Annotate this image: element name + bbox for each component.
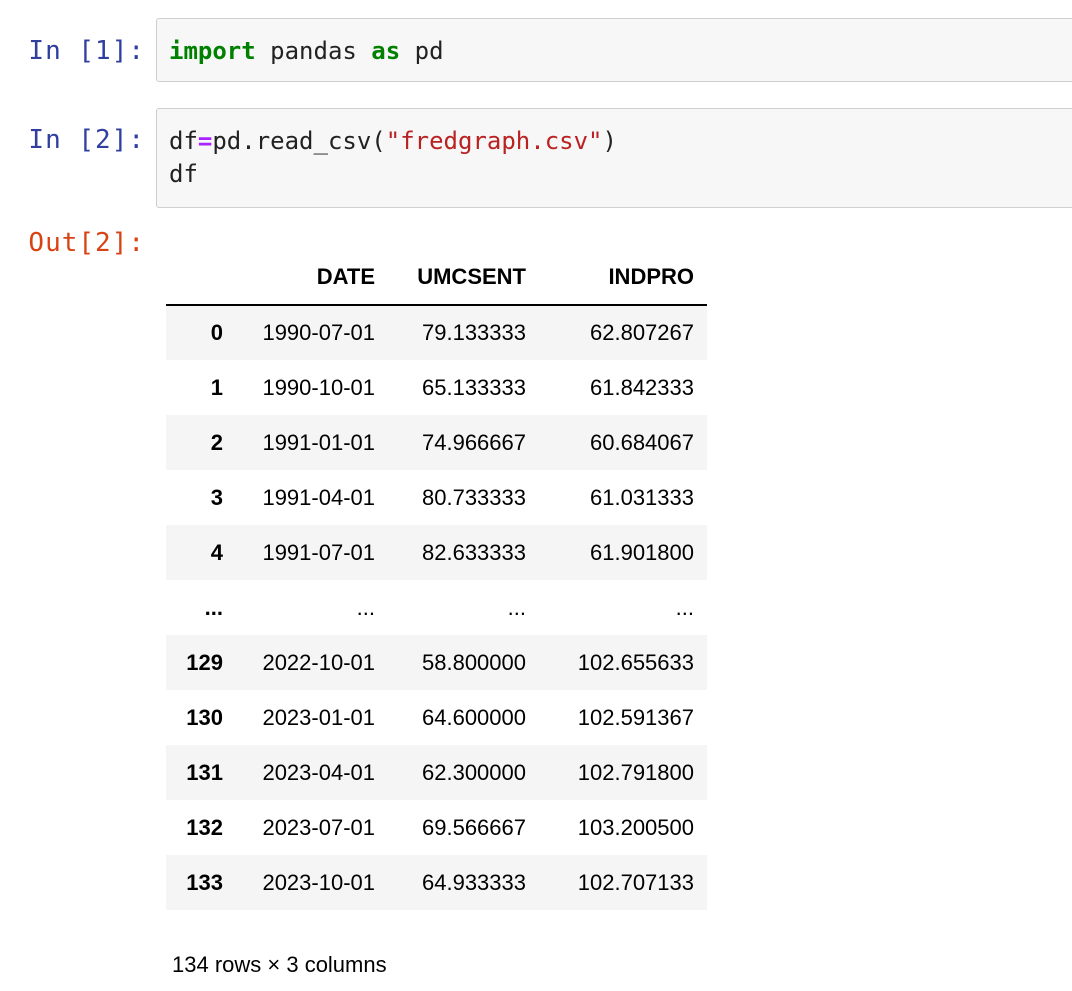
cell-indpro: 102.707133 — [577, 869, 694, 895]
row-index: 3 — [210, 484, 223, 510]
table-row: 0 1990-07-01 79.133333 62.807267 — [166, 305, 707, 360]
cell-umcsent: 80.733333 — [422, 484, 526, 510]
cell-indpro: 61.901800 — [590, 539, 694, 565]
table-row: 129 2022-10-01 58.800000 102.655633 — [166, 635, 707, 690]
code-token: pd — [400, 37, 444, 65]
input-prompt-1: In [1]: — [28, 36, 145, 66]
table-row: 133 2023-10-01 64.933333 102.707133 — [166, 855, 707, 910]
row-index: 133 — [186, 869, 223, 895]
code-keyword: as — [371, 37, 401, 65]
code-token: pd.read_csv( — [212, 127, 386, 155]
cell-umcsent: 82.633333 — [422, 539, 526, 565]
cell-umcsent: 64.600000 — [422, 704, 526, 730]
code-cell-2[interactable]: df=pd.read_csv("fredgraph.csv") df — [156, 108, 1072, 208]
table-row: 130 2023-01-01 64.600000 102.591367 — [166, 690, 707, 745]
row-index: 130 — [186, 704, 223, 730]
dataframe-output: DATE UMCSENT INDPRO 0 1990-07-01 79.1333… — [166, 250, 707, 910]
code-line: df — [169, 158, 1072, 191]
cell-date: 2023-04-01 — [262, 759, 375, 785]
cell-umcsent: 58.800000 — [422, 649, 526, 675]
cell-indpro: 60.684067 — [590, 429, 694, 455]
code-line: import pandas as pd — [169, 35, 1072, 68]
code-string: "fredgraph.csv" — [385, 127, 603, 155]
row-index: 2 — [210, 429, 223, 455]
cell-date: 1990-10-01 — [262, 374, 375, 400]
table-row: 4 1991-07-01 82.633333 61.901800 — [166, 525, 707, 580]
table-header-row: DATE UMCSENT INDPRO — [166, 250, 707, 306]
table-row: 132 2023-07-01 69.566667 103.200500 — [166, 800, 707, 855]
row-index: 131 — [186, 759, 223, 785]
table-row: 131 2023-04-01 62.300000 102.791800 — [166, 745, 707, 800]
row-index: 4 — [210, 539, 223, 565]
table-row: 1 1990-10-01 65.133333 61.842333 — [166, 360, 707, 415]
cell-indpro: 61.031333 — [590, 484, 694, 510]
table-row: 2 1991-01-01 74.966667 60.684067 — [166, 415, 707, 470]
cell-umcsent: 64.933333 — [422, 869, 526, 895]
row-index: 129 — [186, 649, 223, 675]
cell-date: 2023-10-01 — [262, 869, 375, 895]
code-operator: = — [197, 127, 213, 155]
code-token: df — [169, 160, 198, 188]
code-cell-1[interactable]: import pandas as pd — [156, 18, 1072, 82]
cell-date: 1991-01-01 — [262, 429, 375, 455]
input-prompt-2: In [2]: — [28, 125, 145, 155]
column-header-indpro: INDPRO — [539, 250, 707, 306]
cell-date: 1991-07-01 — [262, 539, 375, 565]
column-header-umcsent: UMCSENT — [388, 250, 539, 306]
cell-indpro: 61.842333 — [590, 374, 694, 400]
cell-umcsent: ... — [507, 594, 526, 620]
output-prompt: Out[2]: — [28, 228, 145, 258]
code-token: pandas — [255, 37, 372, 65]
code-line: df=pd.read_csv("fredgraph.csv") — [169, 125, 1072, 158]
row-index: 1 — [210, 374, 223, 400]
cell-umcsent: 69.566667 — [422, 814, 526, 840]
cell-indpro: 102.791800 — [577, 759, 694, 785]
cell-date: 2022-10-01 — [262, 649, 375, 675]
cell-date: 1990-07-01 — [262, 320, 375, 345]
cell-indpro: 62.807267 — [590, 320, 694, 345]
cell-date: 2023-01-01 — [262, 704, 375, 730]
cell-date: 2023-07-01 — [262, 814, 375, 840]
cell-umcsent: 65.133333 — [422, 374, 526, 400]
cell-indpro: 103.200500 — [577, 814, 694, 840]
cell-date: ... — [356, 594, 375, 620]
row-index: 0 — [210, 320, 223, 345]
column-header-date: DATE — [236, 250, 388, 306]
cell-umcsent: 62.300000 — [422, 759, 526, 785]
cell-umcsent: 79.133333 — [422, 320, 526, 345]
code-token: df — [169, 127, 198, 155]
cell-indpro: ... — [675, 594, 694, 620]
code-token: ) — [602, 127, 617, 155]
cell-umcsent: 74.966667 — [422, 429, 526, 455]
cell-indpro: 102.655633 — [577, 649, 694, 675]
table-row: 3 1991-04-01 80.733333 61.031333 — [166, 470, 707, 525]
row-index: ... — [204, 594, 223, 620]
cell-indpro: 102.591367 — [577, 704, 694, 730]
index-header — [166, 250, 236, 306]
dataframe-shape: 134 rows × 3 columns — [172, 952, 387, 977]
cell-date: 1991-04-01 — [262, 484, 375, 510]
table-row-ellipsis: ... ... ... ... — [166, 580, 707, 635]
row-index: 132 — [186, 814, 223, 840]
code-keyword: import — [169, 37, 256, 65]
dataframe-table: DATE UMCSENT INDPRO 0 1990-07-01 79.1333… — [166, 250, 707, 910]
